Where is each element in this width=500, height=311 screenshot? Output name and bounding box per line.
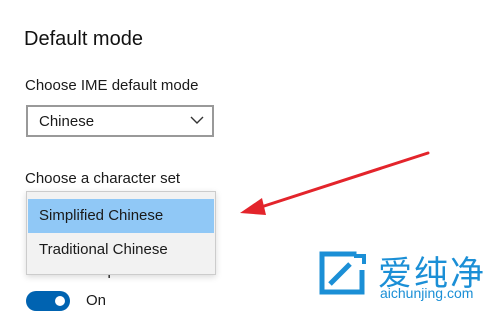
watermark-domain: aichunjing.com [380,285,474,301]
watermark-logo-icon [319,251,366,295]
watermark: 爱纯净 aichunjing.com [308,244,500,302]
